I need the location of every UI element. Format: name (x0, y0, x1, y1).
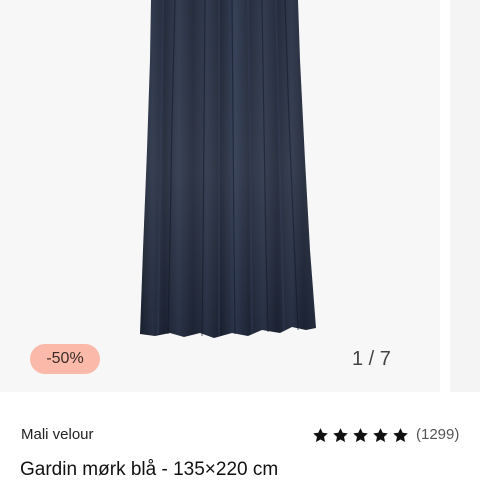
star-filled-icon (373, 427, 388, 442)
product-image (140, 0, 316, 338)
product-brand[interactable]: Mali velour (21, 425, 94, 445)
star-filled-icon (313, 427, 328, 442)
discount-badge: -50% (30, 344, 100, 374)
next-image-slide-peek[interactable] (450, 0, 480, 392)
product-title: Gardin mørk blå - 135×220 cm (20, 459, 279, 480)
star-filled-icon (333, 427, 348, 442)
image-counter: 1 / 7 (352, 348, 391, 370)
product-page: -50% 1 / 7 Mali velour (1299) Gardin mør… (0, 0, 480, 480)
product-image-slide[interactable]: -50% 1 / 7 (0, 0, 440, 392)
product-image-gallery[interactable]: -50% 1 / 7 (0, 0, 480, 392)
product-rating[interactable]: (1299) (312, 424, 459, 446)
star-filled-icon (353, 427, 368, 442)
star-filled-icon (393, 427, 408, 442)
review-count: (1299) (416, 426, 460, 443)
